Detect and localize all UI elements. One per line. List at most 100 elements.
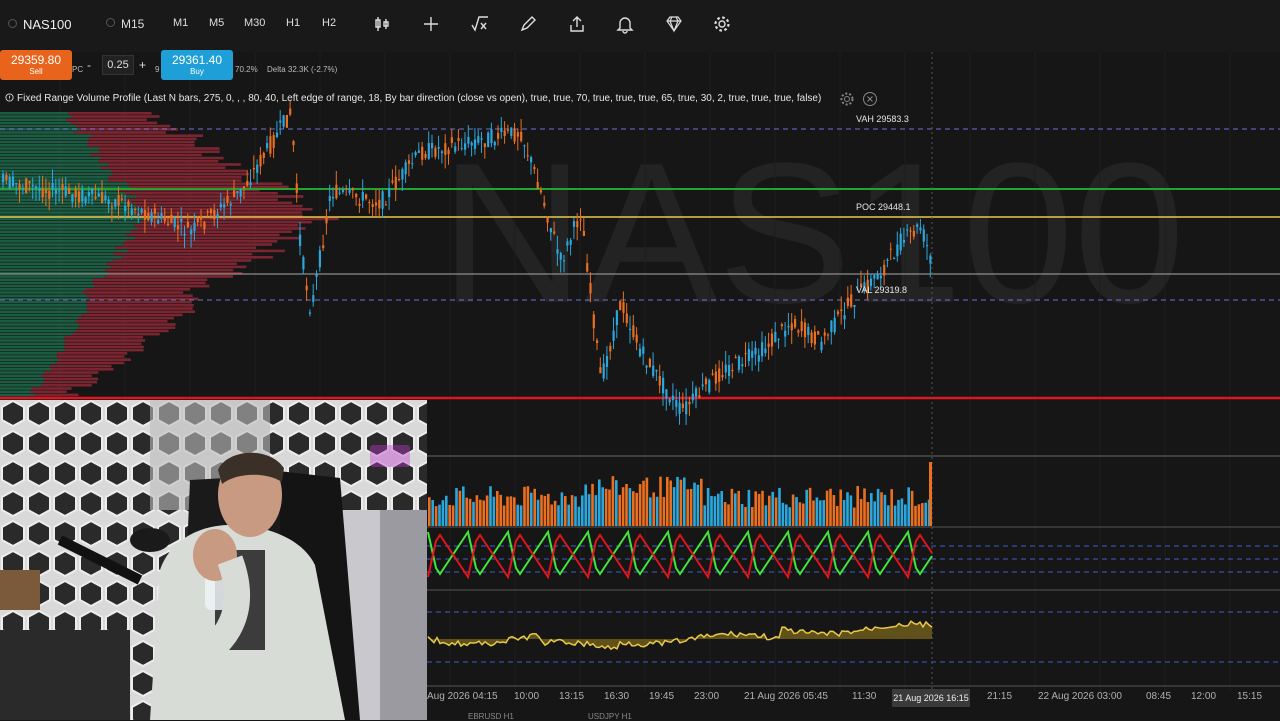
candle-body <box>348 188 351 193</box>
profile-bar-red <box>104 268 234 272</box>
candle-body <box>503 130 506 137</box>
candle-body <box>229 203 232 206</box>
candle-body <box>846 297 849 306</box>
timeframe-selector[interactable]: M15 <box>106 17 144 31</box>
volume-bar <box>662 496 666 526</box>
volume-bar <box>744 506 747 526</box>
candle-body <box>625 313 628 324</box>
candle-body <box>312 295 315 302</box>
tf-m5[interactable]: M5 <box>209 17 224 29</box>
profile-bar-red <box>104 275 233 278</box>
candle-settings-icon[interactable] <box>372 14 392 34</box>
tf-h1[interactable]: H1 <box>286 17 300 29</box>
volume-bar <box>754 491 757 526</box>
volume-bar <box>533 488 536 526</box>
crosshair-icon[interactable] <box>421 14 441 34</box>
candle-body <box>873 275 876 279</box>
candle-body <box>28 181 31 184</box>
volume-bar <box>846 492 849 526</box>
candle-body <box>493 141 496 146</box>
profile-bar-red <box>110 265 247 269</box>
profile-bar-green <box>0 374 42 377</box>
candle-body <box>279 120 282 123</box>
candle-body <box>612 330 615 341</box>
volume-bar <box>543 495 547 526</box>
candle-body <box>246 180 249 186</box>
candle-body <box>549 228 552 233</box>
candle-body <box>203 221 206 230</box>
candle-body <box>823 332 826 336</box>
candle-body <box>820 341 823 351</box>
qty-decrease-button[interactable]: - <box>87 58 91 72</box>
candle-body <box>163 216 166 222</box>
candle-body <box>338 192 341 194</box>
quantity-input[interactable]: 0.25 <box>102 55 134 75</box>
tf-h2[interactable]: H2 <box>322 17 336 29</box>
top-toolbar: NAS100 M15 M1 M5 M30 H1 H2 <box>0 0 1280 52</box>
candle-body <box>15 182 18 185</box>
candle-body <box>774 331 777 343</box>
alert-bell-icon[interactable] <box>615 14 635 34</box>
profile-bar-red <box>43 380 98 384</box>
indicator-settings-icon[interactable] <box>839 91 855 107</box>
diamond-icon[interactable] <box>664 14 684 34</box>
volume-bar <box>717 493 720 526</box>
volume-bar <box>904 504 907 526</box>
candle-body <box>25 178 28 194</box>
candle-body <box>394 176 397 190</box>
indicator-close-icon[interactable] <box>862 91 878 107</box>
volume-bar <box>771 491 774 526</box>
candle-body <box>259 155 262 167</box>
candle-body <box>761 342 764 357</box>
tf-m1[interactable]: M1 <box>173 17 188 29</box>
tf-m30[interactable]: M30 <box>244 17 265 29</box>
share-icon[interactable] <box>567 14 587 34</box>
candle-body <box>54 189 57 194</box>
sell-button[interactable]: 29359.80 Sell <box>0 50 72 80</box>
gear-icon[interactable] <box>712 14 732 34</box>
volume-bar <box>550 504 553 526</box>
qty-increase-button[interactable]: + <box>139 58 146 72</box>
volume-bar <box>560 492 564 526</box>
candle-body <box>902 239 906 243</box>
pencil-icon[interactable] <box>518 14 538 34</box>
volume-bar <box>897 499 900 526</box>
candle-body <box>447 149 450 155</box>
candle-body <box>434 147 437 157</box>
function-icon[interactable] <box>470 14 490 34</box>
profile-bar-red <box>125 198 278 201</box>
profile-bar-red <box>98 150 220 153</box>
candle-body <box>236 191 239 194</box>
candle-body <box>922 229 925 242</box>
profile-bar-green <box>0 268 105 272</box>
candle-body <box>483 143 486 148</box>
candle-body <box>741 364 744 367</box>
volume-bar <box>615 480 618 526</box>
volume-bar <box>853 507 856 526</box>
candle-body <box>510 127 513 137</box>
candle-body <box>711 373 714 375</box>
candle-body <box>143 210 147 220</box>
candle-body <box>790 323 793 331</box>
profile-bar-red <box>75 320 168 323</box>
buy-button[interactable]: 29361.40 Buy <box>161 50 233 80</box>
candle-body <box>836 311 840 315</box>
profile-bar-red <box>113 252 253 256</box>
profile-bar-red <box>93 278 208 281</box>
candle-body <box>906 229 909 231</box>
profile-bar-green <box>0 313 83 317</box>
profile-bar-green <box>0 345 65 349</box>
candle-body <box>605 356 609 368</box>
profile-bar-red <box>64 348 144 352</box>
candle-body <box>223 204 226 208</box>
symbol-selector[interactable]: NAS100 <box>8 17 71 32</box>
volume-bar <box>683 477 686 526</box>
profile-bar-green <box>0 262 107 265</box>
profile-bar-green <box>0 342 64 345</box>
volume-bar <box>689 488 693 526</box>
profile-bar-green <box>0 169 111 173</box>
volume-bar <box>676 476 679 526</box>
candle-body <box>421 146 424 160</box>
volume-bar <box>713 496 717 526</box>
indicator-legend[interactable]: Fixed Range Volume Profile (Last N bars,… <box>5 93 821 104</box>
